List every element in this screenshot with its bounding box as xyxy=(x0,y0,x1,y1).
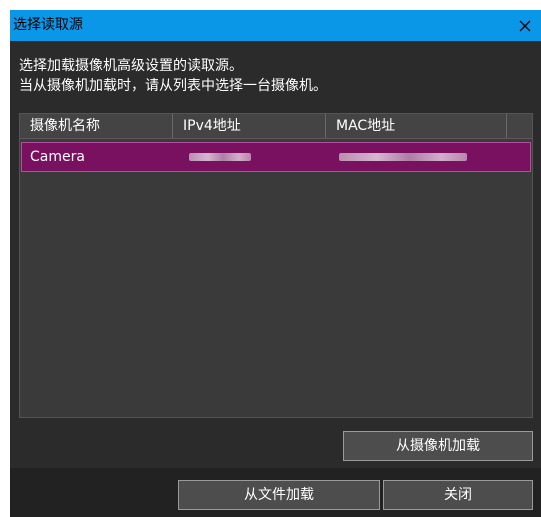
redacted-mac xyxy=(339,153,467,161)
column-header-ipv4[interactable]: IPv4地址 xyxy=(173,114,326,138)
load-from-camera-button[interactable]: 从摄像机加载 xyxy=(343,431,533,461)
camera-name-cell: Camera xyxy=(30,149,85,165)
title-bar: 选择读取源 xyxy=(10,10,541,41)
column-header-camera-name[interactable]: 摄像机名称 xyxy=(20,114,173,138)
close-window-button[interactable] xyxy=(509,10,541,41)
select-source-dialog: 选择读取源 选择加载摄像机高级设置的读取源。 当从摄像机加载时，请从列表中选择一… xyxy=(10,10,541,517)
redacted-ipv4 xyxy=(189,153,251,161)
load-from-file-button[interactable]: 从文件加载 xyxy=(178,480,380,510)
instruction-line-2: 当从摄像机加载时，请从列表中选择一台摄像机。 xyxy=(19,78,327,94)
window-title: 选择读取源 xyxy=(13,17,83,33)
column-header-mac[interactable]: MAC地址 xyxy=(326,114,507,138)
instruction-line-1: 选择加载摄像机高级设置的读取源。 xyxy=(19,58,243,74)
mac-cell xyxy=(327,143,527,171)
instructions: 选择加载摄像机高级设置的读取源。 当从摄像机加载时，请从列表中选择一台摄像机。 xyxy=(19,56,327,96)
close-icon xyxy=(519,20,531,31)
list-header: 摄像机名称 IPv4地址 MAC地址 xyxy=(20,114,532,139)
camera-list[interactable]: 摄像机名称 IPv4地址 MAC地址 Camera xyxy=(19,113,533,418)
dialog-footer: 从文件加载 关闭 xyxy=(10,468,541,517)
close-button[interactable]: 关闭 xyxy=(383,480,533,510)
ipv4-cell xyxy=(174,143,327,171)
table-row[interactable]: Camera xyxy=(21,142,531,172)
